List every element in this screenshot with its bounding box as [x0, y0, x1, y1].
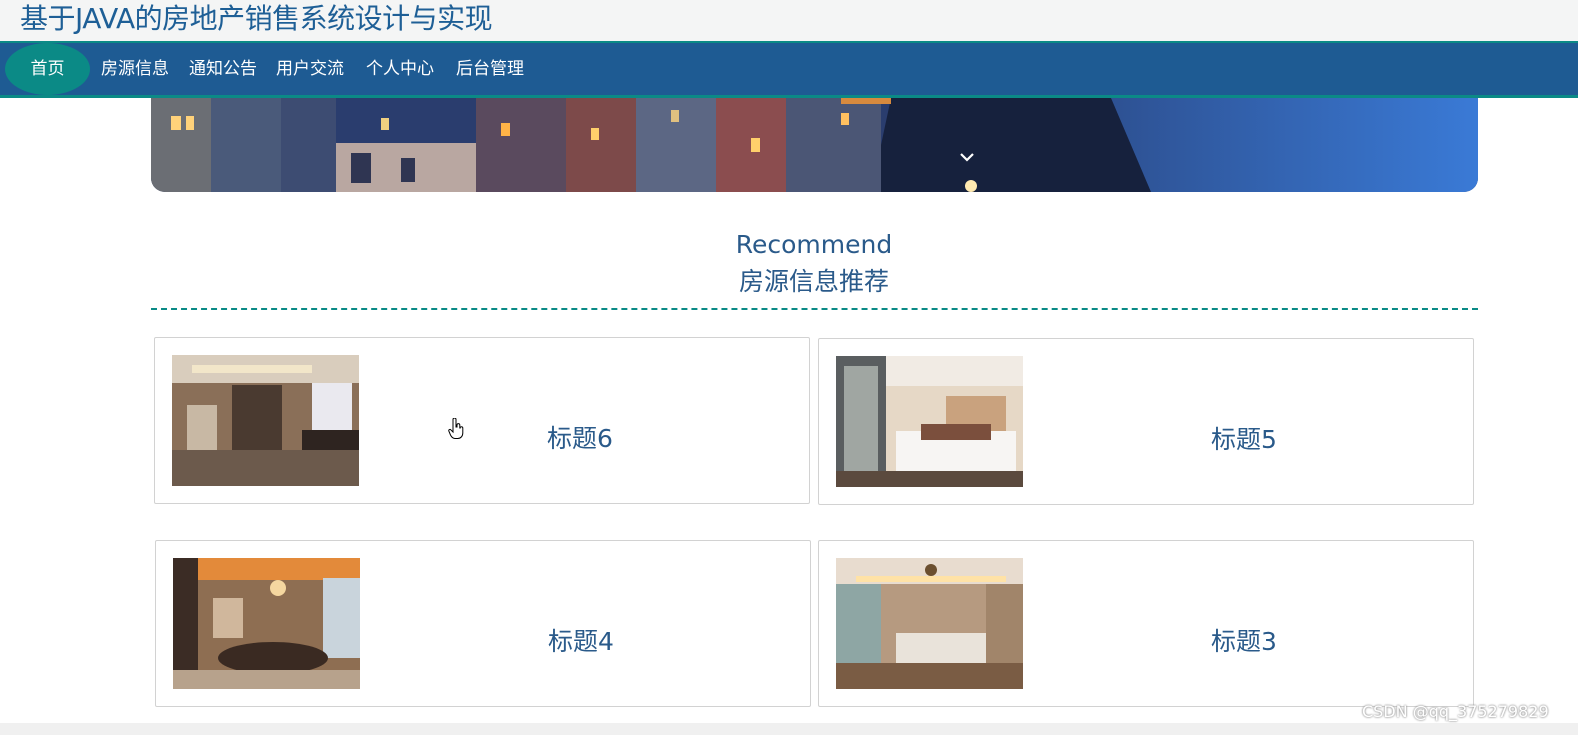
listing-thumbnail[interactable]: [836, 356, 1023, 487]
nav-item-admin[interactable]: 后台管理: [456, 57, 524, 81]
hand-cursor-icon: [448, 418, 464, 439]
listing-card[interactable]: 标题5: [818, 338, 1474, 505]
nav-item-notices[interactable]: 通知公告: [189, 57, 257, 81]
watermark: CSDN @qq_375279829: [1362, 702, 1549, 721]
chevron-down-icon[interactable]: [957, 150, 977, 164]
listing-card[interactable]: 标题6: [154, 337, 810, 504]
listing-title[interactable]: 标题3: [1211, 627, 1277, 657]
listing-title[interactable]: 标题6: [547, 424, 613, 454]
banner-image: [151, 98, 1478, 192]
section-title-cn: 房源信息推荐: [738, 267, 889, 296]
top-header: 基于JAVA的房地产销售系统设计与实现: [0, 0, 1578, 41]
site-title: 基于JAVA的房地产销售系统设计与实现: [20, 2, 493, 35]
section-title-en: Recommend: [735, 230, 893, 259]
listing-card[interactable]: 标题3: [818, 540, 1474, 707]
listing-title[interactable]: 标题5: [1211, 425, 1277, 455]
listing-thumbnail[interactable]: [172, 355, 359, 486]
listing-thumbnail[interactable]: [836, 558, 1023, 689]
listing-title[interactable]: 标题4: [548, 627, 614, 657]
bottom-strip: [0, 723, 1578, 735]
listing-card[interactable]: 标题4: [155, 540, 811, 707]
banner-carousel[interactable]: [151, 98, 1478, 192]
section-divider: [151, 308, 1478, 310]
main-navigation: 首页 房源信息 通知公告 用户交流 个人中心 后台管理: [0, 41, 1578, 98]
nav-item-listings[interactable]: 房源信息: [101, 57, 169, 81]
nav-item-forum[interactable]: 用户交流: [276, 57, 344, 81]
nav-item-home[interactable]: 首页: [5, 43, 90, 95]
nav-item-profile[interactable]: 个人中心: [366, 57, 434, 81]
listing-thumbnail[interactable]: [173, 558, 360, 689]
